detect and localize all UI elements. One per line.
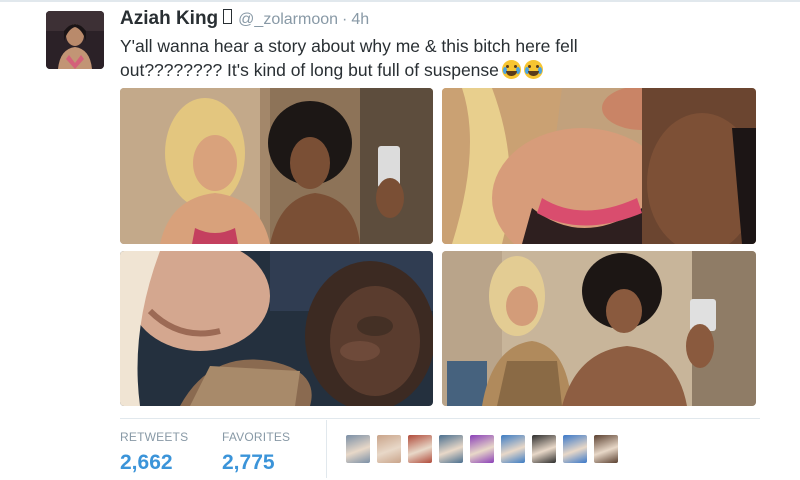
loudly-crying-face-emoji	[523, 60, 543, 79]
photo-mirror-selfie-locker-room[interactable]	[442, 251, 756, 406]
verified-glyph-box	[223, 9, 233, 24]
avatar[interactable]	[46, 11, 104, 69]
photo-car-closeup-faces[interactable]	[120, 251, 433, 406]
retweets-stat[interactable]: RETWEETS 2,662	[120, 430, 188, 475]
face-with-tears-of-joy-emoji	[501, 60, 521, 79]
favoriter-avatar-5[interactable]	[470, 435, 494, 463]
stats-divider	[120, 418, 760, 419]
favorites-count: 2,775	[222, 451, 275, 474]
favoriters-list	[346, 435, 618, 463]
photo-image-2	[442, 88, 756, 244]
favoriter-avatar-3[interactable]	[408, 435, 432, 463]
top-divider	[0, 0, 800, 2]
favorites-label: FAVORITES	[222, 430, 291, 444]
favorites-stat[interactable]: FAVORITES 2,775	[222, 430, 290, 475]
photo-selfie-mirror-two-women[interactable]	[120, 88, 433, 244]
photo-closeup-chests-selfie[interactable]	[442, 88, 756, 244]
favoriter-avatar-8[interactable]	[563, 435, 587, 463]
retweets-label: RETWEETS	[120, 430, 189, 444]
separator-dot: ·	[342, 11, 348, 28]
profile-photo	[46, 11, 104, 69]
favoriter-avatar-6[interactable]	[501, 435, 525, 463]
photo-image-1	[120, 88, 433, 244]
stats-vertical-divider	[326, 420, 327, 478]
favoriter-avatar-1[interactable]	[346, 435, 370, 463]
author-name[interactable]: Aziah King	[120, 8, 218, 30]
favoriter-avatar-7[interactable]	[532, 435, 556, 463]
tweet-header: Aziah King @_zolarmoon · 4h	[120, 8, 369, 32]
photo-image-3	[120, 251, 433, 406]
favoriter-avatar-9[interactable]	[594, 435, 618, 463]
retweets-count: 2,662	[120, 451, 173, 474]
photo-image-4	[442, 251, 756, 406]
favoriter-avatar-2[interactable]	[377, 435, 401, 463]
author-handle[interactable]: @_zolarmoon	[238, 11, 338, 29]
favoriter-avatar-4[interactable]	[439, 435, 463, 463]
tweet-text: Y'all wanna hear a story about why me & …	[120, 34, 680, 82]
tweet-timestamp[interactable]: 4h	[351, 11, 369, 29]
